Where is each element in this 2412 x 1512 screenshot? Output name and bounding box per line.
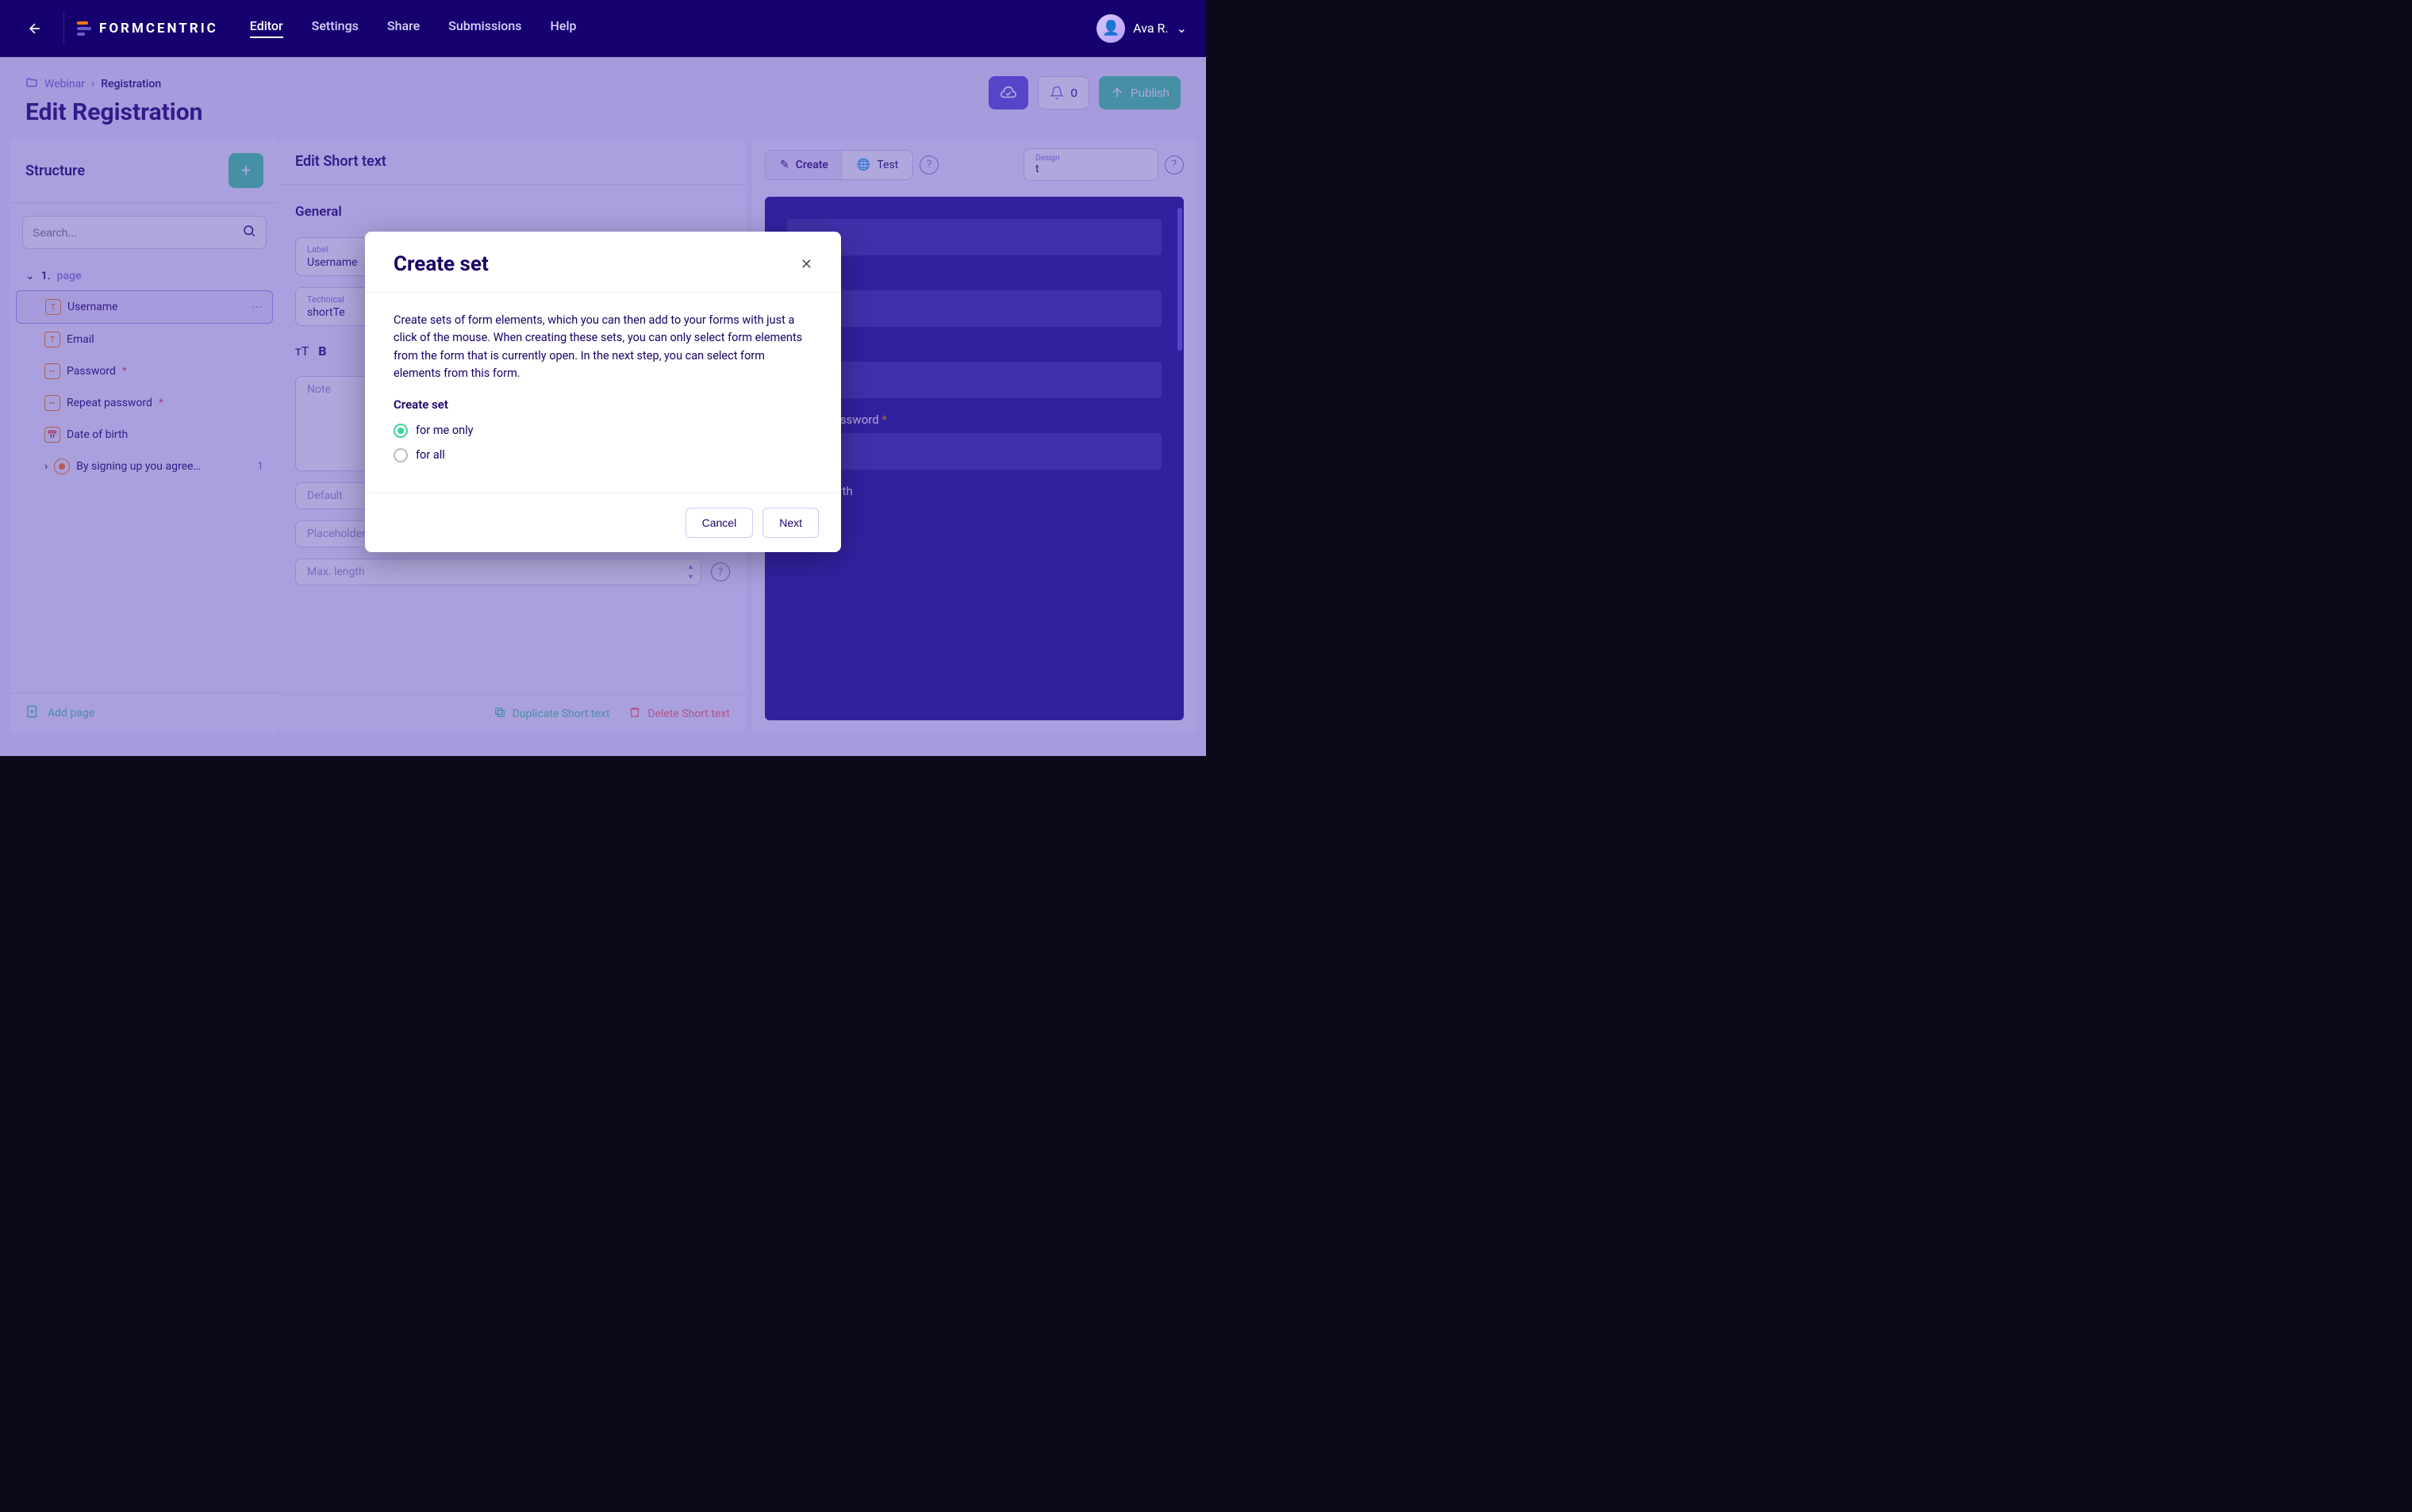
radio-icon xyxy=(394,448,408,462)
user-menu[interactable]: 👤 Ava R. ⌄ xyxy=(1097,14,1187,43)
radio-icon xyxy=(394,424,408,438)
radio-for-all[interactable]: for all xyxy=(394,447,812,464)
cancel-button[interactable]: Cancel xyxy=(686,508,754,538)
back-button[interactable] xyxy=(19,13,51,44)
logo: FORMCENTRIC xyxy=(77,21,218,36)
chevron-down-icon: ⌄ xyxy=(1177,21,1187,36)
radio-label: for all xyxy=(416,447,445,464)
modal-description: Create sets of form elements, which you … xyxy=(394,312,812,383)
modal-title: Create set xyxy=(394,252,489,276)
user-name: Ava R. xyxy=(1133,21,1168,36)
logo-mark-icon xyxy=(77,21,91,36)
modal-overlay: Create set ✕ Create sets of form element… xyxy=(0,57,1206,756)
nav-submissions[interactable]: Submissions xyxy=(448,18,521,38)
nav-settings[interactable]: Settings xyxy=(312,18,359,38)
modal-subhead: Create set xyxy=(394,396,812,414)
radio-label: for me only xyxy=(416,422,474,439)
nav-share[interactable]: Share xyxy=(387,18,420,38)
brand-text: FORMCENTRIC xyxy=(99,21,218,36)
nav-help[interactable]: Help xyxy=(551,18,577,38)
nav-editor[interactable]: Editor xyxy=(250,18,283,38)
divider xyxy=(63,13,64,44)
create-set-modal: Create set ✕ Create sets of form element… xyxy=(365,232,841,552)
next-button[interactable]: Next xyxy=(762,508,819,538)
close-icon[interactable]: ✕ xyxy=(801,256,812,273)
avatar: 👤 xyxy=(1097,14,1125,43)
radio-for-me-only[interactable]: for me only xyxy=(394,422,812,439)
